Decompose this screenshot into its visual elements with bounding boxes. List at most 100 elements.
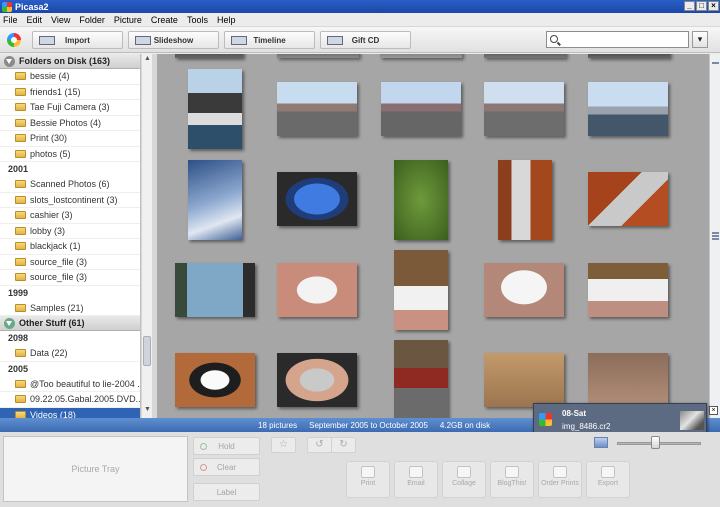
folder-icon xyxy=(15,211,26,220)
popup-close-button[interactable]: × xyxy=(709,406,718,415)
gift-cd-button[interactable]: Gift CD xyxy=(320,31,411,49)
folder-item[interactable]: 09.22.05.Gabal.2005.DVD... xyxy=(0,392,140,408)
photo-thumbnail[interactable] xyxy=(484,353,564,407)
menu-view[interactable]: View xyxy=(51,15,70,25)
folder-item[interactable]: friends1 (15) xyxy=(0,85,140,100)
folder-item[interactable]: @Too beautiful to lie-2004 ... xyxy=(0,377,140,392)
folder-icon xyxy=(15,226,26,235)
folder-item[interactable]: lobby (3) xyxy=(0,224,140,239)
picasa-pinwheel-icon[interactable] xyxy=(7,33,21,47)
label-button[interactable]: Label xyxy=(193,483,260,501)
photo-thumbnail[interactable] xyxy=(394,160,448,240)
sidebar-scroll-thumb[interactable] xyxy=(143,336,151,366)
zoom-slider-knob[interactable] xyxy=(650,436,660,449)
photo-thumbnail[interactable] xyxy=(175,263,255,317)
folder-icon xyxy=(15,273,26,282)
photo-thumbnail[interactable] xyxy=(381,82,461,136)
folder-item[interactable]: Tae Fuji Camera (3) xyxy=(0,100,140,116)
export-button[interactable]: Export xyxy=(586,461,630,498)
sidebar-scrollbar[interactable]: ▲ ▼ xyxy=(141,54,152,418)
picture-tray-label: Picture Tray xyxy=(71,464,120,474)
scroll-grip[interactable] xyxy=(712,232,719,234)
photo-thumbnail[interactable] xyxy=(188,160,242,240)
photo-thumbnail[interactable] xyxy=(588,54,670,58)
scroll-grip[interactable] xyxy=(712,235,719,237)
rotate-right-icon[interactable]: ↻ xyxy=(331,437,356,453)
folder-item[interactable]: bessie (4) xyxy=(0,69,140,85)
collage-button[interactable]: Collage xyxy=(442,461,486,498)
menu-edit[interactable]: Edit xyxy=(27,15,43,25)
photo-thumbnail[interactable] xyxy=(175,54,243,58)
photo-thumbnail[interactable] xyxy=(277,263,357,317)
import-button[interactable]: Import xyxy=(32,31,123,49)
menu-file[interactable]: File xyxy=(3,15,18,25)
lighttable-scrollbar[interactable] xyxy=(709,54,720,418)
folder-item[interactable]: slots_lostcontinent (3) xyxy=(0,193,140,208)
photo-thumbnail[interactable] xyxy=(175,353,255,407)
star-icon[interactable]: ☆ xyxy=(271,437,296,453)
menu-create[interactable]: Create xyxy=(151,15,178,25)
menu-folder[interactable]: Folder xyxy=(79,15,105,25)
date-range: September 2005 to October 2005 xyxy=(309,420,428,430)
folder-item[interactable]: blackjack (1) xyxy=(0,239,140,255)
picture-tray[interactable]: Picture Tray xyxy=(3,436,188,502)
folder-item[interactable]: Scanned Photos (6) xyxy=(0,177,140,193)
search-input[interactable] xyxy=(546,31,689,48)
photo-thumbnail[interactable] xyxy=(277,82,357,136)
photo-thumbnail[interactable] xyxy=(277,54,359,58)
menu-help[interactable]: Help xyxy=(217,15,236,25)
minimize-button[interactable]: _ xyxy=(684,1,695,11)
hold-button[interactable]: Hold xyxy=(193,437,260,455)
photo-thumbnail[interactable] xyxy=(277,172,357,226)
photo-thumbnail[interactable] xyxy=(188,69,242,149)
slideshow-icon xyxy=(135,36,151,45)
folder-item[interactable]: Samples (21) xyxy=(0,301,140,316)
folder-item[interactable]: Bessie Photos (4) xyxy=(0,116,140,131)
photo-thumbnail[interactable] xyxy=(498,160,552,240)
window-title: Picasa2 xyxy=(15,1,49,12)
scroll-grip[interactable] xyxy=(712,238,719,240)
folder-label: source_file (3) xyxy=(30,272,88,283)
scroll-grip[interactable] xyxy=(712,62,719,64)
order-prints-button[interactable]: Order Prints xyxy=(538,461,582,498)
photo-thumbnail[interactable] xyxy=(380,54,462,58)
maximize-button[interactable]: □ xyxy=(696,1,707,11)
photo-thumbnail[interactable] xyxy=(588,353,668,407)
collapse-icon[interactable] xyxy=(4,317,15,329)
photo-thumbnail[interactable] xyxy=(394,340,448,418)
section-folders-on-disk[interactable]: Folders on Disk (163) xyxy=(0,54,140,69)
folder-icon xyxy=(15,134,26,143)
slideshow-button[interactable]: Slideshow xyxy=(128,31,219,49)
photo-thumbnail[interactable] xyxy=(588,82,668,136)
rotate-left-icon[interactable]: ↺ xyxy=(307,437,332,453)
folder-item[interactable]: source_file (3) xyxy=(0,255,140,270)
clear-button[interactable]: Clear xyxy=(193,458,260,476)
folder-item[interactable]: Data (22) xyxy=(0,346,140,362)
folder-item[interactable]: source_file (3) xyxy=(0,270,140,286)
timeline-button[interactable]: Timeline xyxy=(224,31,315,49)
collapse-icon[interactable] xyxy=(4,55,15,67)
folder-item-selected[interactable]: Videos (18) xyxy=(0,407,140,418)
photo-thumbnail[interactable] xyxy=(277,353,357,407)
folder-item[interactable]: cashier (3) xyxy=(0,208,140,224)
photo-thumbnail[interactable] xyxy=(588,172,668,226)
globe-icon xyxy=(553,466,567,478)
blogthis-button[interactable]: BlogThis! xyxy=(490,461,534,498)
folder-label: source_file (3) xyxy=(30,256,88,267)
folder-icon xyxy=(15,257,26,266)
photo-thumbnail[interactable] xyxy=(588,263,668,317)
email-button[interactable]: Email xyxy=(394,461,438,498)
folder-item[interactable]: photos (5) xyxy=(0,147,140,162)
section-other-stuff[interactable]: Other Stuff (61) xyxy=(0,316,140,331)
menu-tools[interactable]: Tools xyxy=(187,15,208,25)
picasa-logo-icon xyxy=(539,413,552,426)
print-button[interactable]: Print xyxy=(346,461,390,498)
photo-thumbnail[interactable] xyxy=(484,82,564,136)
close-button[interactable]: × xyxy=(708,1,719,11)
photo-thumbnail[interactable] xyxy=(484,54,566,58)
photo-thumbnail[interactable] xyxy=(484,263,564,317)
photo-thumbnail[interactable] xyxy=(394,250,448,330)
search-options-button[interactable]: ▾ xyxy=(692,31,708,48)
menu-picture[interactable]: Picture xyxy=(114,15,142,25)
folder-item[interactable]: Print (30) xyxy=(0,131,140,147)
